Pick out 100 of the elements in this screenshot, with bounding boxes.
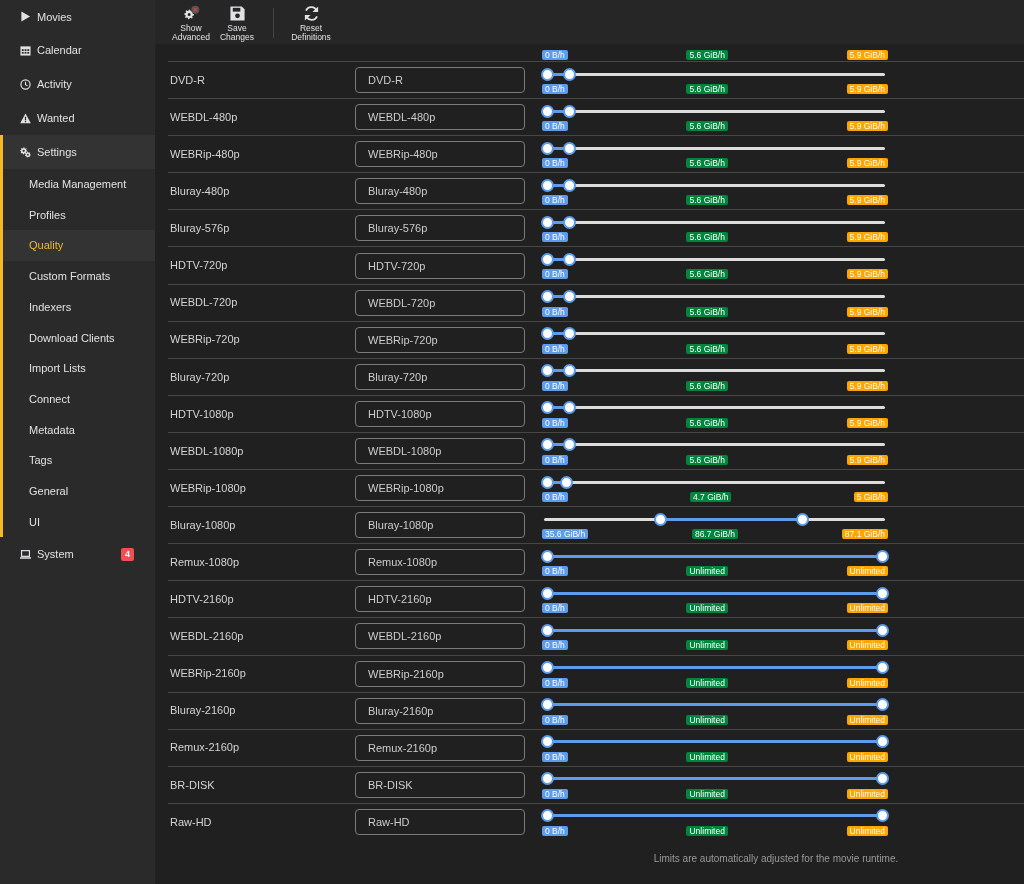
quality-name: Bluray-2160p: [169, 703, 237, 719]
title-field[interactable]: Remux-1080p: [355, 549, 525, 576]
title-field[interactable]: WEBDL-1080p: [355, 438, 525, 464]
slider-track[interactable]: [541, 771, 888, 786]
quality-name: Bluray-1080p: [169, 517, 237, 533]
quality-name: BR-DISK: [169, 777, 216, 793]
slider-thumb[interactable]: [875, 586, 889, 600]
title-field[interactable]: HDTV-720p: [355, 252, 525, 279]
slider-thumb[interactable]: [562, 141, 576, 155]
slider-thumb[interactable]: [540, 586, 554, 600]
slider-thumb[interactable]: [540, 141, 554, 155]
min-limit-label: 0 B/h: [542, 343, 568, 354]
slider-thumb[interactable]: [562, 290, 576, 304]
slider-thumb[interactable]: [540, 215, 554, 229]
sidebar-subitem[interactable]: Download Clients: [0, 322, 155, 354]
title-field[interactable]: BR-DISK: [355, 771, 525, 798]
title-field[interactable]: Bluray-2160p: [355, 697, 525, 724]
slider-thumb[interactable]: [540, 475, 554, 489]
slider-thumb[interactable]: [875, 772, 889, 786]
sidebar-item[interactable]: System 4: [0, 537, 155, 572]
title-field[interactable]: Remux-2160p: [355, 734, 525, 761]
slider-thumb[interactable]: [562, 438, 576, 452]
title-field[interactable]: Raw-HD: [355, 809, 525, 836]
toolbar-button[interactable]: Show Advanced: [168, 5, 214, 42]
slider-thumb[interactable]: [562, 104, 576, 118]
slider-thumb[interactable]: [540, 401, 554, 415]
slider-thumb[interactable]: [559, 475, 573, 489]
preferred-limit-label: 5.6 GiB/h: [686, 121, 728, 132]
slider-thumb[interactable]: [540, 178, 554, 192]
sidebar-subitem[interactable]: Connect: [0, 383, 155, 415]
title-field[interactable]: WEBRip-1080p: [355, 475, 525, 502]
slider-thumb[interactable]: [654, 512, 668, 526]
slider-thumb[interactable]: [540, 327, 554, 341]
sidebar-item[interactable]: Activity: [0, 67, 155, 102]
slider-thumb[interactable]: [875, 661, 889, 674]
slider-thumb[interactable]: [540, 698, 554, 712]
slider-thumb[interactable]: [540, 364, 554, 378]
slider-thumb[interactable]: [796, 512, 810, 526]
toolbar-button[interactable]: Save Changes: [214, 5, 260, 42]
sidebar-subitem[interactable]: Tags: [0, 445, 155, 476]
slider-thumb[interactable]: [562, 215, 576, 229]
slider-thumb[interactable]: [875, 623, 889, 637]
slider-thumb[interactable]: [540, 67, 554, 81]
title-field[interactable]: HDTV-2160p: [355, 586, 525, 613]
title-field[interactable]: Bluray-576p: [355, 215, 525, 242]
max-limit-label: 5.9 GiB/h: [846, 195, 888, 206]
slider-thumb[interactable]: [562, 401, 576, 415]
slider-thumb[interactable]: [540, 252, 554, 266]
preferred-limit-label: 5.6 GiB/h: [686, 417, 728, 428]
slider-track[interactable]: [541, 549, 888, 564]
slider-thumb[interactable]: [540, 290, 554, 304]
slider-track[interactable]: [541, 586, 888, 601]
title-field[interactable]: WEBDL-480p: [355, 104, 525, 131]
title-field[interactable]: WEBDL-2160p: [355, 623, 525, 650]
toolbar-button[interactable]: Reset Definitions: [288, 5, 334, 42]
slider-thumb[interactable]: [562, 327, 576, 341]
slider-thumb[interactable]: [875, 735, 889, 749]
title-field[interactable]: HDTV-1080p: [355, 400, 525, 427]
slider-track[interactable]: [541, 734, 888, 749]
slider-thumb[interactable]: [540, 104, 554, 118]
sidebar-item[interactable]: Settings: [0, 135, 155, 169]
slider-thumb[interactable]: [540, 735, 554, 749]
sidebar-subitem[interactable]: Metadata: [0, 414, 155, 446]
slider-track[interactable]: [541, 697, 888, 712]
title-field[interactable]: WEBRip-720p: [355, 326, 525, 353]
slider-thumb[interactable]: [540, 661, 554, 674]
slider-thumb[interactable]: [540, 623, 554, 637]
slider-thumb[interactable]: [562, 252, 576, 266]
title-field[interactable]: DVD-R: [355, 67, 525, 94]
title-field[interactable]: WEBRip-480p: [355, 141, 525, 168]
slider-thumb[interactable]: [875, 809, 889, 823]
title-field[interactable]: WEBRip-2160p: [355, 660, 525, 687]
title-field[interactable]: WEBDL-720p: [355, 289, 525, 316]
slider-track[interactable]: [541, 623, 888, 638]
sidebar-subitem[interactable]: UI: [0, 506, 155, 538]
title-field[interactable]: Bluray-720p: [355, 363, 525, 390]
sidebar-item[interactable]: Wanted: [0, 101, 155, 136]
min-limit-label: 0 B/h: [542, 195, 568, 206]
slider-thumb[interactable]: [875, 549, 889, 563]
slider-thumb[interactable]: [875, 698, 889, 712]
sidebar-subitem[interactable]: Media Management: [0, 169, 155, 200]
slider-thumb[interactable]: [562, 67, 576, 81]
slider-track[interactable]: [541, 660, 888, 675]
slider-thumb[interactable]: [540, 772, 554, 786]
sidebar-subitem[interactable]: Import Lists: [0, 353, 155, 384]
sidebar-subitem[interactable]: Indexers: [0, 291, 155, 323]
slider-thumb[interactable]: [562, 178, 576, 192]
title-field[interactable]: Bluray-1080p: [355, 512, 525, 539]
sidebar-item[interactable]: Movies: [0, 0, 155, 34]
slider-thumb[interactable]: [540, 549, 554, 563]
max-limit-label: Unlimited: [846, 825, 888, 836]
slider-thumb[interactable]: [540, 809, 554, 823]
sidebar-subitem[interactable]: Quality: [0, 230, 155, 262]
slider-thumb[interactable]: [562, 364, 576, 378]
slider-track[interactable]: [541, 808, 888, 823]
title-field[interactable]: Bluray-480p: [355, 178, 525, 205]
sidebar-subitem[interactable]: General: [0, 475, 155, 507]
sidebar-subitem[interactable]: Custom Formats: [0, 261, 155, 292]
slider-thumb[interactable]: [540, 438, 554, 452]
sidebar-item[interactable]: Calendar: [0, 33, 155, 68]
